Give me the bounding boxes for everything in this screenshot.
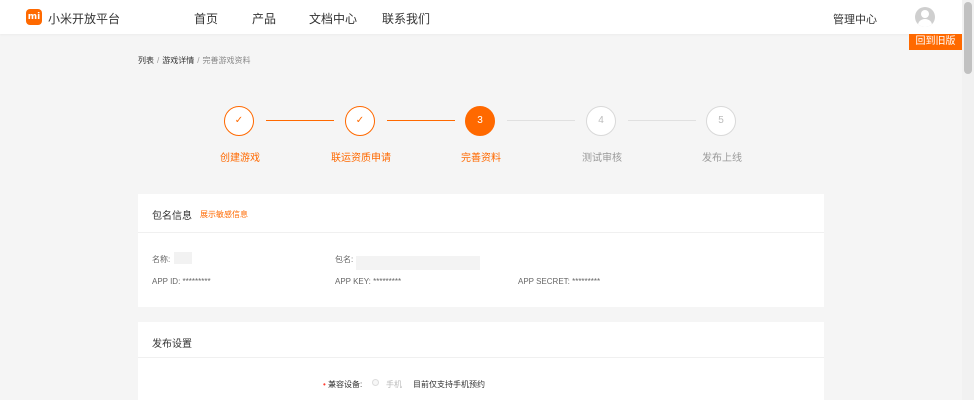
breadcrumb-game-detail[interactable]: 游戏详情 — [162, 56, 194, 65]
step-3-label: 完善资料 — [461, 153, 501, 164]
nav-home[interactable]: 首页 — [194, 10, 218, 27]
package-name-label: 包名: — [335, 255, 354, 264]
compatible-device-text: 兼容设备: — [328, 380, 363, 389]
publish-settings-card: 发布设置 • 兼容设备: 手机 目前仅支持手机预约 — [138, 322, 824, 400]
avatar-head-icon — [921, 10, 929, 18]
package-name-value-redacted — [356, 256, 480, 270]
publish-settings-title: 发布设置 — [152, 339, 192, 350]
compatible-device-label: • 兼容设备: — [323, 379, 362, 390]
breadcrumb-separator: / — [157, 56, 160, 65]
card-divider — [138, 232, 824, 233]
nav-docs[interactable]: 文档中心 — [309, 10, 357, 27]
step-connector-2 — [387, 120, 455, 121]
step-4-circle: 4 — [586, 106, 616, 136]
scrollbar-thumb[interactable] — [964, 2, 972, 74]
admin-center-link[interactable]: 管理中心 — [833, 11, 877, 27]
phone-option-label[interactable]: 手机 — [386, 379, 402, 390]
breadcrumb-separator: / — [197, 56, 200, 65]
mi-logo-icon[interactable]: mi — [26, 9, 42, 25]
app-id-field: APP ID: ********* — [152, 277, 211, 286]
phone-radio[interactable] — [372, 379, 379, 386]
show-sensitive-info-link[interactable]: 展示敏感信息 — [200, 209, 248, 220]
name-value-redacted — [174, 252, 192, 264]
card-divider — [138, 357, 824, 358]
step-connector-1 — [266, 120, 334, 121]
breadcrumb-current: 完善游戏资料 — [202, 56, 251, 65]
step-1-label: 创建游戏 — [220, 153, 260, 164]
step-connector-4 — [628, 120, 696, 121]
package-info-title: 包名信息 — [152, 211, 192, 222]
nav-products[interactable]: 产品 — [252, 10, 276, 27]
step-3-circle: 3 — [465, 106, 495, 136]
step-5-label: 发布上线 — [702, 153, 742, 164]
avatar-body-icon — [918, 19, 932, 27]
name-label: 名称: — [152, 255, 171, 264]
breadcrumb: 列表 / 游戏详情 / 完善游戏资料 — [138, 55, 250, 66]
step-2-check-icon: ✓ — [345, 106, 375, 136]
step-2-label: 联运资质申请 — [331, 153, 391, 164]
back-to-old-version-button[interactable]: 回到旧版 — [909, 34, 962, 50]
step-4-label: 测试审核 — [582, 153, 622, 164]
avatar[interactable] — [915, 7, 935, 27]
nav-contact[interactable]: 联系我们 — [382, 10, 430, 27]
step-5-circle: 5 — [706, 106, 736, 136]
brand-title[interactable]: 小米开放平台 — [48, 10, 120, 27]
device-note: 目前仅支持手机预约 — [413, 380, 485, 389]
app-key-field: APP KEY: ********* — [335, 277, 402, 286]
step-connector-3 — [507, 120, 575, 121]
top-navigation-bar: mi 小米开放平台 首页 产品 文档中心 联系我们 管理中心 — [0, 0, 962, 34]
step-1-check-icon: ✓ — [224, 106, 254, 136]
app-secret-field: APP SECRET: ********* — [518, 277, 601, 286]
breadcrumb-list[interactable]: 列表 — [138, 56, 154, 65]
required-mark: • — [323, 380, 326, 389]
package-info-card: 包名信息 展示敏感信息 名称: 包名: APP ID: ********* AP… — [138, 194, 824, 307]
